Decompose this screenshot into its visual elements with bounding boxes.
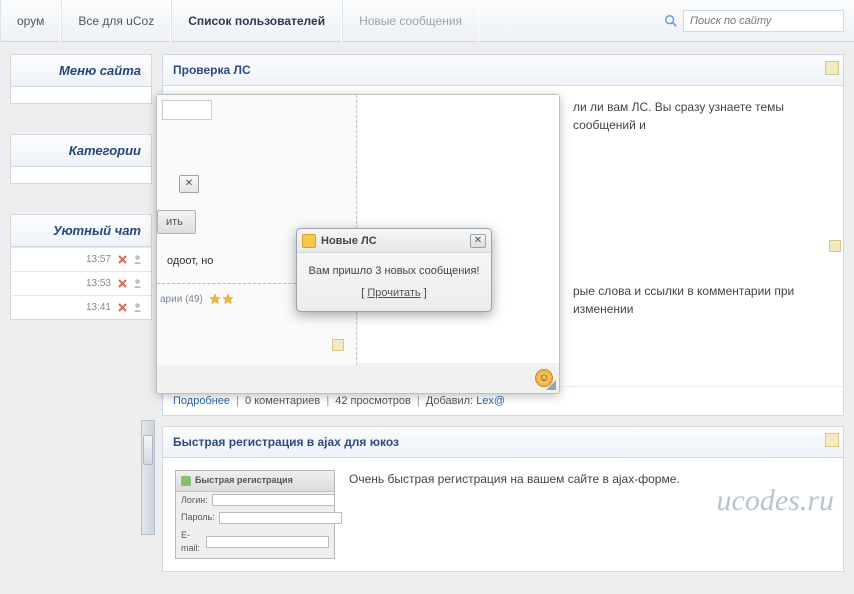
chat-time: 13:53 — [86, 278, 111, 289]
submit-button[interactable]: ить — [157, 210, 196, 234]
dialog-title: Новые ЛС — [321, 235, 470, 247]
form-icon — [181, 476, 191, 486]
overlay-text-fragment: одоот, но — [167, 255, 213, 267]
collapse-icon[interactable] — [332, 339, 344, 351]
message-icon — [302, 234, 316, 248]
delete-icon[interactable] — [117, 254, 128, 265]
user-icon — [132, 302, 143, 313]
close-icon[interactable]: ✕ — [179, 175, 199, 193]
login-label: Логин: — [181, 494, 208, 508]
post-title: Проверка ЛС — [163, 55, 843, 86]
search-input[interactable] — [683, 10, 844, 32]
top-navbar: орум Все для uCoz Список пользователей Н… — [0, 0, 854, 42]
chat-row[interactable]: 13:41 — [11, 295, 151, 319]
post-title: Быстрая регистрация в ajax для юкоз — [163, 427, 843, 458]
chat-scrollbar[interactable] — [141, 420, 155, 535]
dialog-message: Вам пришло 3 новых сообщения! — [305, 265, 483, 277]
post-text-fragment: рые слова и ссылки в комментарии при изм… — [573, 282, 833, 318]
chat-time: 13:57 — [86, 254, 111, 265]
search-icon — [664, 14, 678, 28]
nav-new-messages[interactable]: Новые сообщения — [342, 0, 479, 42]
sidebar-menu-title: Меню сайта — [11, 55, 151, 87]
rating-stars[interactable] — [209, 293, 234, 305]
user-icon — [132, 254, 143, 265]
author-link[interactable]: Lex@ — [476, 395, 505, 407]
login-input[interactable] — [212, 494, 335, 506]
quick-reg-form-preview: Быстрая регистрация Логин: Пароль: E-mai… — [175, 470, 335, 559]
form-title: Быстрая регистрация — [195, 474, 293, 488]
read-more-link[interactable]: Подробнее — [173, 395, 230, 407]
views-count: 42 просмотров — [335, 395, 411, 407]
chat-row[interactable]: 13:57 — [11, 247, 151, 271]
email-label: E-mail: — [181, 529, 202, 556]
email-input[interactable] — [206, 536, 329, 548]
chat-row[interactable]: 13:53 — [11, 271, 151, 295]
delete-icon[interactable] — [117, 278, 128, 289]
scrollbar-thumb[interactable] — [143, 435, 153, 465]
sidebar-chat-block: Уютный чат 13:57 13:53 13:41 — [10, 214, 152, 320]
nav-ucoz[interactable]: Все для uCoz — [61, 0, 171, 42]
delete-icon[interactable] — [117, 302, 128, 313]
sidebar-chat-title: Уютный чат — [11, 215, 151, 247]
dialog-titlebar[interactable]: Новые ЛС ✕ — [297, 229, 491, 253]
nav-forum[interactable]: орум — [0, 0, 61, 42]
chat-time: 13:41 — [86, 302, 111, 313]
added-by-label: Добавил: — [426, 395, 473, 407]
sidebar-menu-block: Меню сайта — [10, 54, 152, 104]
overlay-meta: арии (49) — [160, 294, 203, 305]
nav-users[interactable]: Список пользователей — [171, 0, 342, 42]
collapse-icon[interactable] — [825, 61, 839, 75]
read-link[interactable]: Прочитать — [367, 287, 420, 299]
post-text-fragment: ли ли вам ЛС. Вы сразу узнаете темы сооб… — [573, 98, 833, 134]
sidebar-categories-title: Категории — [11, 135, 151, 167]
password-label: Пароль: — [181, 511, 215, 525]
post-text: Очень быстрая регистрация на вашем сайте… — [349, 470, 831, 488]
close-icon[interactable]: ✕ — [470, 234, 486, 248]
password-input[interactable] — [219, 512, 342, 524]
preview-thumb — [162, 100, 212, 120]
new-pm-dialog: Новые ЛС ✕ Вам пришло 3 новых сообщения!… — [296, 228, 492, 312]
search-container — [654, 10, 854, 32]
post-quick-reg: Быстрая регистрация в ajax для юкоз Быст… — [162, 426, 844, 572]
sidebar-categories-block: Категории — [10, 134, 152, 184]
resize-handle[interactable] — [544, 378, 556, 390]
collapse-icon[interactable] — [829, 240, 841, 252]
comments-count: 0 коментариев — [245, 395, 320, 407]
collapse-icon[interactable] — [825, 433, 839, 447]
user-icon — [132, 278, 143, 289]
